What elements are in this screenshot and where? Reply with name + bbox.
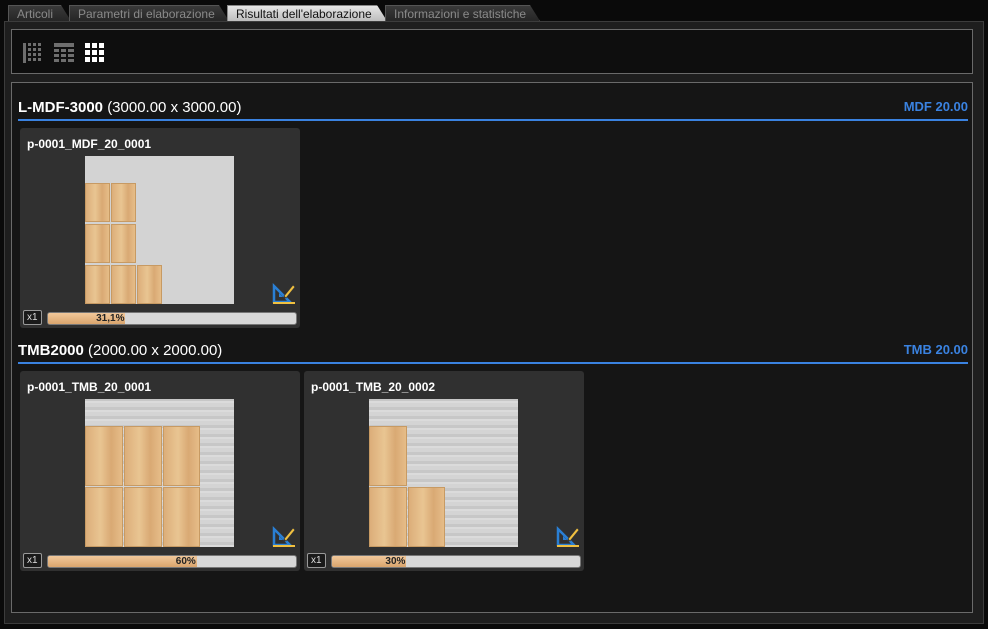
tab-informazioni[interactable]: Informazioni e statistiche: [385, 5, 540, 21]
usage-bar: 31,1%: [47, 312, 297, 325]
cut-piece: [408, 487, 445, 547]
usage-bar-fill: [48, 556, 197, 567]
sheet-preview: [85, 156, 234, 304]
cut-piece: [85, 183, 110, 222]
sheet-card[interactable]: p-0001_MDF_20_0001 x1 31,1%: [20, 128, 300, 328]
quantity-badge: x1: [23, 310, 42, 325]
cut-piece: [111, 183, 136, 222]
cut-piece: [369, 426, 407, 486]
cut-piece: [124, 487, 162, 547]
usage-percent: 60%: [175, 556, 196, 567]
group-size: (3000.00 x 3000.00): [107, 99, 242, 116]
cut-piece: [111, 265, 136, 304]
sheet-title: p-0001_TMB_20_0002: [311, 380, 436, 394]
edit-layout-icon[interactable]: [272, 282, 296, 304]
list-view-icon[interactable]: [22, 42, 44, 64]
cut-piece: [85, 224, 110, 263]
sheet-title: p-0001_MDF_20_0001: [27, 137, 152, 151]
usage-bar: 30%: [331, 555, 581, 568]
tab-parametri[interactable]: Parametri di elaborazione: [69, 5, 229, 21]
results-list: L-MDF-3000 (3000.00 x 3000.00) MDF 20.00…: [11, 82, 973, 613]
group-name: L-MDF-3000: [18, 99, 104, 116]
tab-risultati[interactable]: Risultati dell'elaborazione: [227, 5, 387, 21]
group-header: L-MDF-3000 (3000.00 x 3000.00) MDF 20.00: [18, 95, 968, 121]
tab-bar: Articoli Parametri di elaborazione Risul…: [8, 5, 980, 21]
sheet-title: p-0001_TMB_20_0001: [27, 380, 152, 394]
group-title: TMB2000 (2000.00 x 2000.00): [18, 342, 222, 359]
cut-piece: [85, 426, 123, 486]
quantity-badge: x1: [23, 553, 42, 568]
view-toolbar: [11, 29, 973, 74]
cut-piece: [137, 265, 162, 304]
table-view-icon[interactable]: [53, 42, 75, 64]
tab-articoli[interactable]: Articoli: [8, 5, 71, 21]
sheet-card[interactable]: p-0001_TMB_20_0001 x1 60%: [20, 371, 300, 571]
cut-piece: [369, 487, 407, 547]
cut-piece: [85, 487, 123, 547]
cut-piece: [163, 487, 200, 547]
group-name: TMB2000: [18, 342, 84, 359]
usage-percent: 31,1%: [96, 313, 125, 324]
sheet-preview: [369, 399, 518, 547]
sheet-card[interactable]: p-0001_TMB_20_0002 x1 30%: [304, 371, 584, 571]
grid-view-icon[interactable]: [84, 42, 106, 64]
usage-percent: 30%: [385, 556, 406, 567]
cut-piece: [111, 224, 136, 263]
sheet-preview: [85, 399, 234, 547]
group-title: L-MDF-3000 (3000.00 x 3000.00): [18, 99, 241, 116]
group-material: MDF 20.00: [903, 99, 968, 114]
group-size: (2000.00 x 2000.00): [88, 342, 223, 359]
group-header: TMB2000 (2000.00 x 2000.00) TMB 20.00: [18, 338, 968, 364]
usage-bar: 60%: [47, 555, 297, 568]
cut-piece: [163, 426, 200, 486]
edit-layout-icon[interactable]: [272, 525, 296, 547]
quantity-badge: x1: [307, 553, 326, 568]
cut-piece: [124, 426, 162, 486]
cut-piece: [85, 265, 110, 304]
group-material: TMB 20.00: [903, 342, 968, 357]
edit-layout-icon[interactable]: [556, 525, 580, 547]
